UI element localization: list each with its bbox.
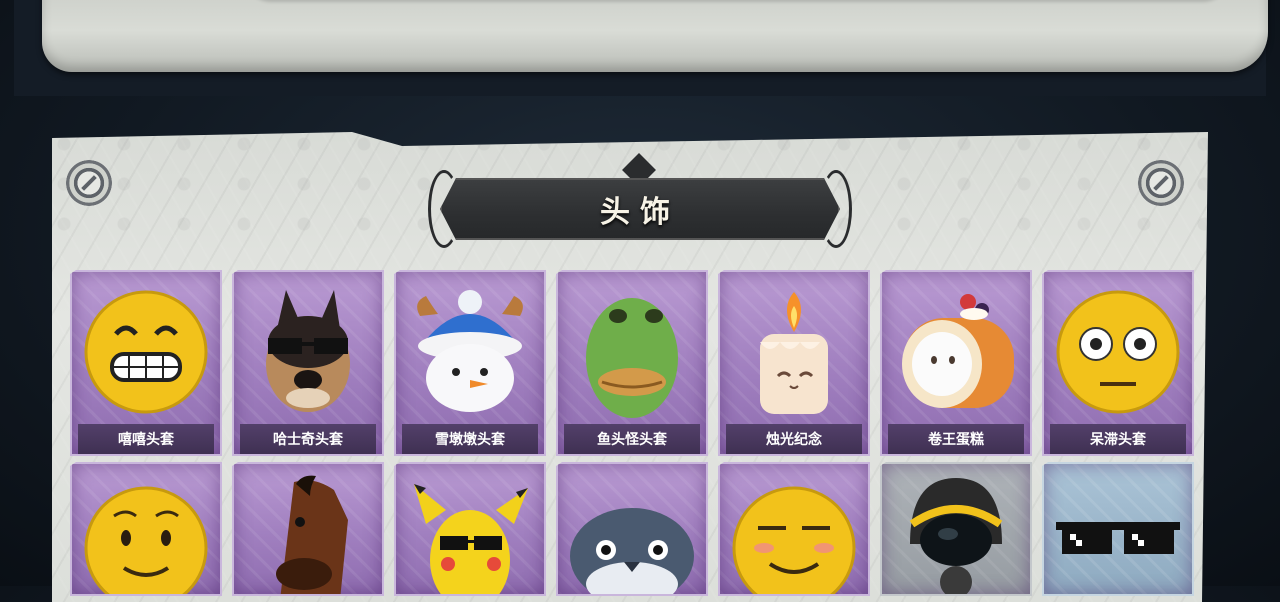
- horse-head-mask-icon: [276, 475, 348, 594]
- item-card[interactable]: 雪墩墩头套: [394, 270, 546, 456]
- item-name: 卷王蛋糕: [888, 424, 1024, 454]
- top-parchment-panel: [42, 0, 1268, 72]
- item-card[interactable]: 呆滞头套: [1042, 270, 1194, 456]
- fish-head-mask-icon: [586, 298, 678, 418]
- grinning-face-mask-icon: [84, 290, 208, 414]
- item-card[interactable]: [880, 462, 1032, 596]
- item-name: 哈士奇头套: [240, 424, 376, 454]
- gas-mask-helmet-icon: [909, 478, 1003, 594]
- item-name: 雪墩墩头套: [402, 424, 538, 454]
- candle-hat-icon: [760, 292, 828, 414]
- corner-ornament-left-icon: [66, 160, 112, 206]
- whale-mask-icon: [570, 508, 694, 594]
- top-panel-frame: [14, 0, 1268, 96]
- item-name: 呆滞头套: [1050, 424, 1186, 454]
- corner-ornament-right-icon: [1138, 160, 1184, 206]
- item-card[interactable]: 卷王蛋糕: [880, 270, 1032, 456]
- roll-cake-hat-icon: [902, 294, 1014, 408]
- item-grid-row-2: [70, 462, 1194, 596]
- husky-sunglasses-mask-icon: [266, 290, 350, 412]
- item-grid: 嘻嘻头套 哈士奇头套 雪墩墩头套 鱼头怪头套 烛光纪念 卷王蛋糕 呆滞头套: [70, 270, 1194, 456]
- item-card[interactable]: [718, 462, 870, 596]
- section-title-banner: 头饰: [428, 153, 852, 248]
- item-card[interactable]: 嘻嘻头套: [70, 270, 222, 456]
- snowman-reindeer-mask-icon: [417, 290, 523, 412]
- item-name: 鱼头怪头套: [564, 424, 700, 454]
- item-card[interactable]: [394, 462, 546, 596]
- item-card[interactable]: 哈士奇头套: [232, 270, 384, 456]
- shy-smile-mask-icon: [84, 486, 208, 594]
- section-title: 头饰: [600, 195, 680, 230]
- dazed-face-mask-icon: [1056, 290, 1180, 414]
- item-name: 嘻嘻头套: [78, 424, 214, 454]
- item-card[interactable]: [556, 462, 708, 596]
- smug-face-mask-icon: [732, 486, 856, 594]
- item-card[interactable]: [70, 462, 222, 596]
- item-card[interactable]: [1042, 462, 1194, 596]
- item-card[interactable]: [232, 462, 384, 596]
- item-card[interactable]: 烛光纪念: [718, 270, 870, 456]
- item-name: 烛光纪念: [726, 424, 862, 454]
- pixel-sunglasses-icon: [1056, 522, 1180, 554]
- pikachu-sunglasses-mask-icon: [414, 484, 528, 594]
- item-card[interactable]: 鱼头怪头套: [556, 270, 708, 456]
